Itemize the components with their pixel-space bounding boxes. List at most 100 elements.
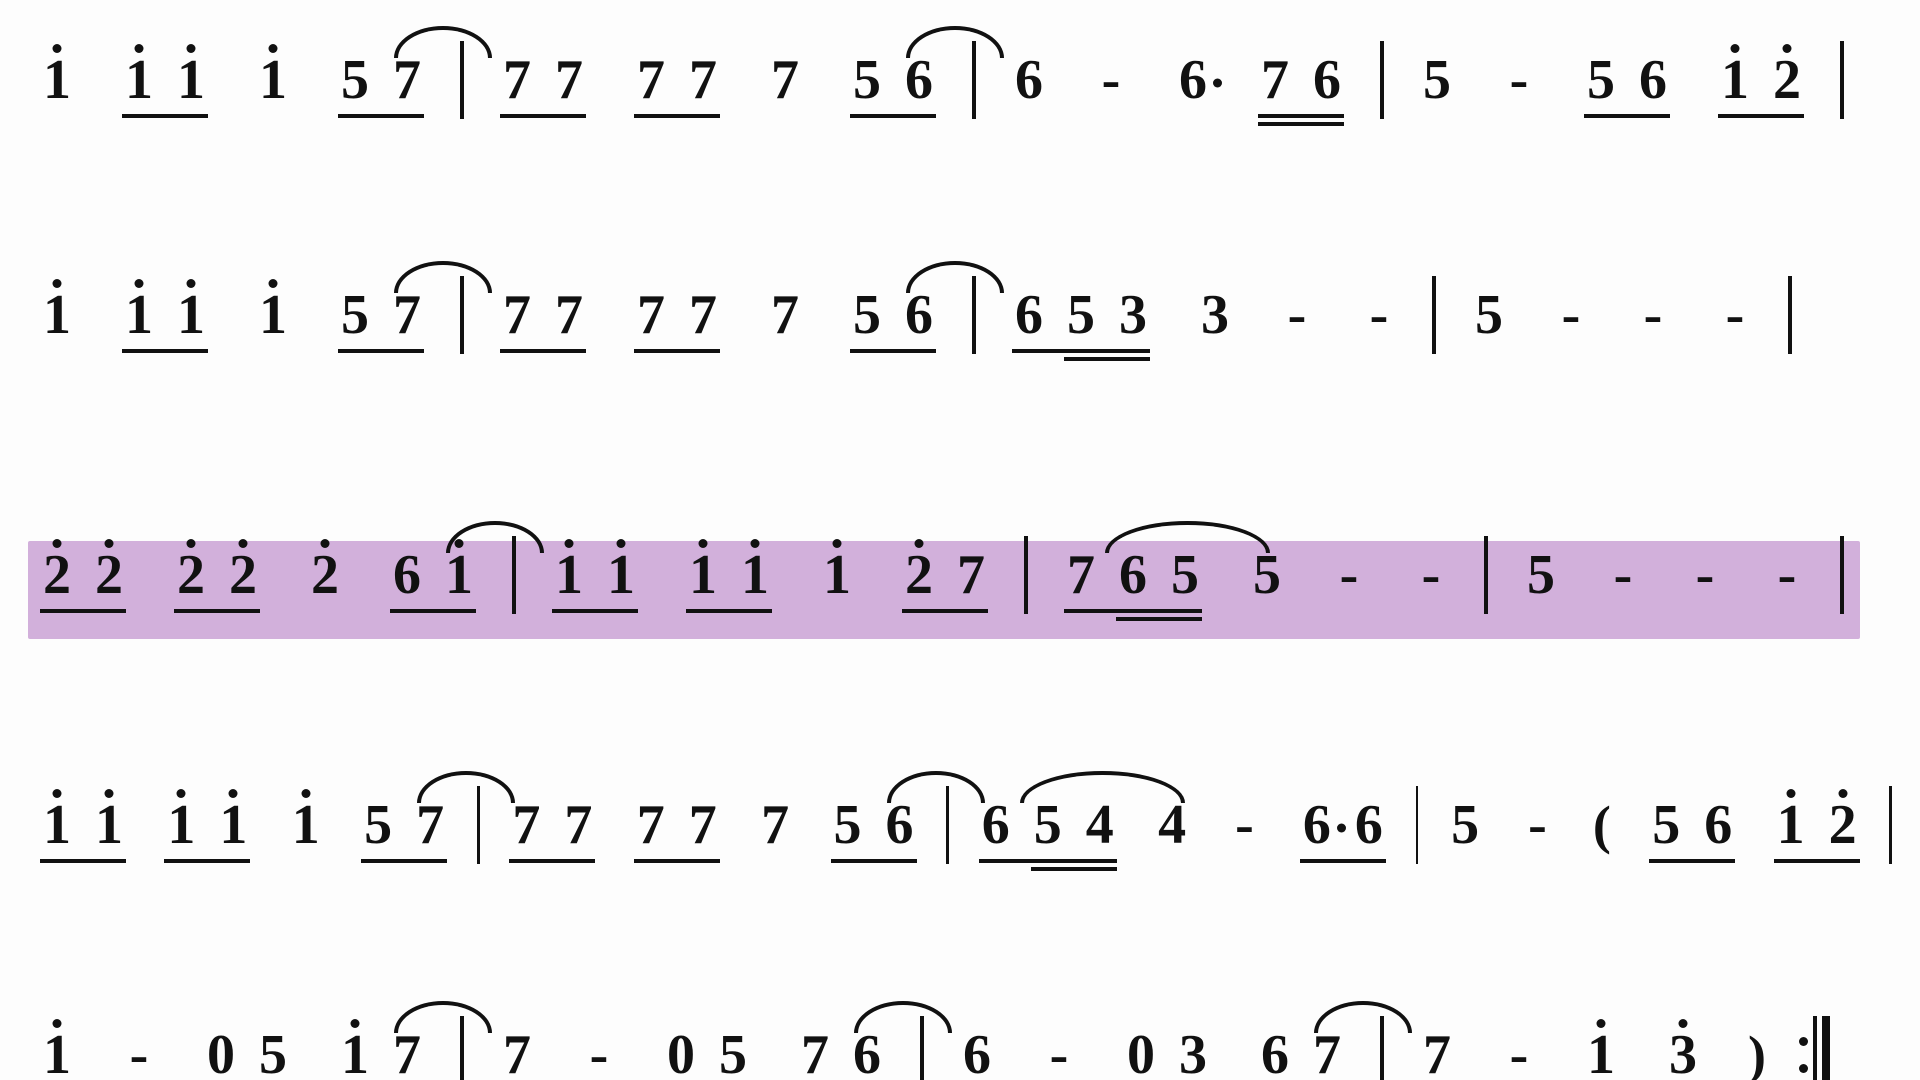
note-group: 76 <box>1258 48 1344 112</box>
note-group: 1 <box>256 283 290 347</box>
barline <box>1416 786 1419 864</box>
note-group: 1 <box>40 48 74 112</box>
note-group: - <box>1606 543 1640 607</box>
note-group: - <box>1688 543 1722 607</box>
barline <box>1840 41 1844 119</box>
barline <box>460 1016 464 1080</box>
note-group: 22 <box>40 543 126 607</box>
note-group: - <box>1332 543 1366 607</box>
note-group: 17 <box>338 1023 424 1080</box>
note: 1 <box>174 48 208 112</box>
note-group: - <box>1770 543 1804 607</box>
note: 6 <box>850 1023 884 1080</box>
note-group: - <box>1718 283 1752 347</box>
note: 7 <box>509 793 543 857</box>
note-group: 57 <box>338 283 424 347</box>
note-group: - <box>1042 1023 1076 1080</box>
dash: - <box>582 1023 616 1080</box>
dash: - <box>1362 283 1396 347</box>
music-row: 1-05177-05766-03677-13) <box>30 975 1900 1080</box>
note: 7 <box>1420 1023 1454 1080</box>
note: 5 <box>1524 543 1558 607</box>
note-group: 5 <box>1420 48 1454 112</box>
note: 7 <box>413 793 447 857</box>
note-group: - <box>122 1023 156 1080</box>
note-group: 03 <box>1124 1023 1210 1080</box>
barline <box>460 41 464 119</box>
dash: - <box>1554 283 1588 347</box>
note: 7 <box>634 793 668 857</box>
note-group: 1 <box>40 283 74 347</box>
note-group: 77 <box>500 48 586 112</box>
barline <box>1024 536 1028 614</box>
note: 3 <box>1176 1023 1210 1080</box>
note: 7 <box>390 48 424 112</box>
note: 7 <box>500 283 534 347</box>
dash: - <box>1228 793 1262 857</box>
note: 2 <box>902 543 936 607</box>
note-group: 56 <box>850 283 936 347</box>
note-group: - <box>1414 543 1448 607</box>
note: 1 <box>442 543 476 607</box>
note: 7 <box>768 48 802 112</box>
note: 5 <box>338 48 372 112</box>
note-group: 11 <box>686 543 772 607</box>
note: 5 <box>831 793 865 857</box>
barline <box>512 536 516 614</box>
note-group: - <box>1636 283 1670 347</box>
note: 1 <box>338 1023 372 1080</box>
note: 2 <box>174 543 208 607</box>
note: 5 <box>1168 543 1202 607</box>
note: 6 <box>902 283 936 347</box>
note: 1 <box>1774 793 1808 857</box>
barline <box>1484 536 1488 614</box>
note: 1 <box>256 283 290 347</box>
note: 5 <box>1250 543 1284 607</box>
note-group: 1 <box>40 1023 74 1080</box>
note-group: 2 <box>308 543 342 607</box>
note-group: 653 <box>1012 283 1150 347</box>
note-group: 7 <box>1420 1023 1454 1080</box>
note: 0 <box>664 1023 698 1080</box>
note-group: 22 <box>174 543 260 607</box>
note: 6 <box>902 48 936 112</box>
note: 6 <box>979 793 1013 857</box>
note: 5 <box>338 283 372 347</box>
note-group: 5 <box>1524 543 1558 607</box>
barline <box>972 276 976 354</box>
note-group: 56 <box>1649 793 1735 857</box>
music-row: 222226111111277655--5--- <box>30 495 1900 655</box>
note-group: 11 <box>122 283 208 347</box>
note: 7 <box>390 283 424 347</box>
note: 6 <box>1636 48 1670 112</box>
note-group: 12 <box>1774 793 1860 857</box>
note: 6 <box>390 543 424 607</box>
barline <box>477 786 480 864</box>
note: 5 <box>716 1023 750 1080</box>
note-group: - <box>1228 793 1262 857</box>
note-group: 56 <box>1584 48 1670 112</box>
note: 5 <box>850 283 884 347</box>
dash: - <box>1770 543 1804 607</box>
note-group: 1 <box>1584 1023 1618 1080</box>
music-row: 11115777777566533--5--- <box>30 235 1900 395</box>
note-group: 5 <box>1448 793 1482 857</box>
note: 6 <box>1701 793 1735 857</box>
note-group: 3 <box>1198 283 1232 347</box>
note: 1 <box>122 283 156 347</box>
note-group: - <box>1502 1023 1536 1080</box>
note: 5 <box>1448 793 1482 857</box>
barline <box>972 41 976 119</box>
note-group: 6 <box>960 1023 994 1080</box>
note: 2 <box>308 543 342 607</box>
note: 6 <box>883 793 917 857</box>
note: 6 <box>1258 1023 1292 1080</box>
note: 2 <box>40 543 74 607</box>
barline <box>460 276 464 354</box>
end-repeat-barline <box>1813 1016 1830 1080</box>
note-group: 77 <box>500 283 586 347</box>
note-group: - <box>582 1023 616 1080</box>
music-row: 11115777777566-6765-5612 <box>30 0 1900 160</box>
note-group: 05 <box>664 1023 750 1080</box>
note: 1 <box>92 793 126 857</box>
